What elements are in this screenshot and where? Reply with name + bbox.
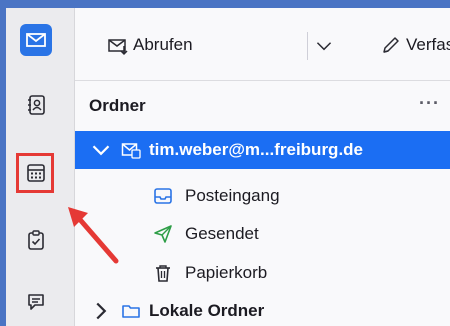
- toolbar-separator: [307, 32, 308, 60]
- local-folders-row[interactable]: Lokale Ordner: [75, 292, 450, 326]
- folder-label: Gesendet: [185, 224, 259, 243]
- chevron-right-icon[interactable]: [91, 301, 111, 321]
- background-edge: [0, 0, 6, 8]
- get-messages-button[interactable]: Abrufen: [107, 34, 193, 56]
- mail-icon: [26, 33, 46, 47]
- sent-icon: [154, 225, 172, 243]
- chat-icon: [28, 294, 44, 310]
- chevron-down-icon: [316, 42, 332, 51]
- account-mail-icon: [121, 143, 141, 159]
- address-book-space-button[interactable]: [20, 89, 52, 121]
- inbox-icon: [154, 188, 172, 204]
- calendar-highlight-box: [16, 153, 54, 193]
- tasks-space-button[interactable]: [20, 224, 52, 256]
- account-name: tim.weber@m...freiburg.de: [149, 140, 364, 159]
- tasks-icon: [28, 230, 44, 250]
- local-folders-label: Lokale Ordner: [149, 301, 265, 320]
- folder-pane: Ordner ··· tim.weber@m...freiburg.de Pos…: [75, 81, 450, 326]
- get-messages-label: Abrufen: [133, 35, 193, 54]
- chevron-down-icon[interactable]: [91, 140, 111, 160]
- account-row[interactable]: tim.weber@m...freiburg.de: [75, 131, 450, 169]
- folder-icon: [122, 305, 140, 318]
- compose-label: Verfassen: [406, 35, 450, 54]
- folder-label: Papierkorb: [185, 263, 268, 282]
- folder-label: Posteingang: [185, 186, 280, 205]
- get-messages-dropdown[interactable]: [315, 37, 337, 55]
- pencil-icon: [383, 37, 399, 53]
- mail-toolbar: Abrufen Verfassen: [75, 8, 450, 81]
- thunderbird-window: Abrufen Verfassen Ordner ···: [6, 8, 450, 326]
- folder-trash[interactable]: Papierkorb: [75, 254, 450, 292]
- annotation-arrow-icon: [68, 207, 119, 264]
- folder-pane-title: Ordner: [89, 96, 146, 115]
- folder-pane-menu-button[interactable]: ···: [419, 93, 440, 114]
- mail-space-button[interactable]: [20, 24, 52, 56]
- address-book-icon: [28, 95, 45, 115]
- folder-inbox[interactable]: Posteingang: [75, 177, 450, 215]
- compose-button[interactable]: Verfassen: [380, 34, 450, 56]
- trash-icon: [156, 265, 170, 282]
- get-messages-icon: [108, 39, 128, 56]
- folder-sent[interactable]: Gesendet: [75, 215, 450, 253]
- folder-pane-header: Ordner ···: [75, 81, 450, 131]
- chat-space-button[interactable]: [20, 286, 52, 318]
